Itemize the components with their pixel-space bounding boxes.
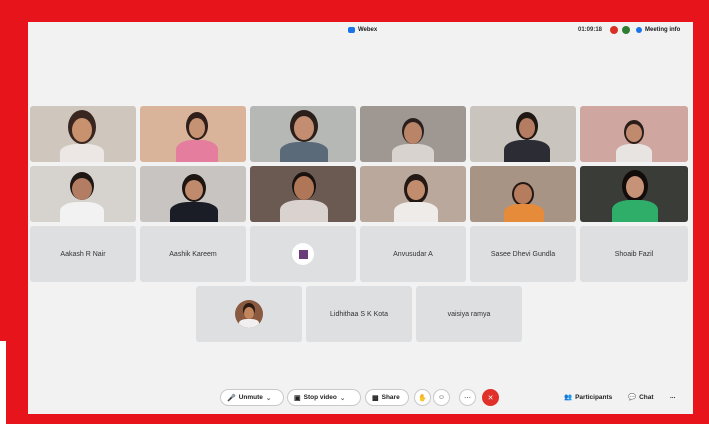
participant-avatar	[235, 300, 263, 328]
stop-video-label: Stop video	[303, 394, 337, 401]
participant-name: Aashik Kareem	[169, 250, 217, 258]
video-tile[interactable]	[360, 166, 466, 222]
mic-muted-icon: 🎤	[227, 394, 236, 402]
app-name: Webex	[358, 27, 378, 33]
participant-tile-shoaib[interactable]: Shoaib Fazil	[580, 226, 688, 282]
unmute-label: Unmute	[238, 394, 263, 401]
video-tile[interactable]	[30, 106, 136, 162]
share-button[interactable]: ▩ Share	[365, 389, 409, 406]
org-logo-avatar	[292, 243, 314, 265]
participants-label: Participants	[575, 393, 613, 401]
app-title: Webex	[348, 27, 377, 33]
webex-window: Webex 01:09:18 Meeting info Aakash R Nai…	[28, 22, 693, 414]
chevron-down-icon: ⌄	[339, 394, 346, 402]
video-tile[interactable]	[580, 166, 688, 222]
share-icon: ▩	[372, 394, 379, 402]
stop-video-button[interactable]: ▣ Stop video ⌄	[287, 389, 361, 406]
video-tile[interactable]	[140, 166, 246, 222]
more-button[interactable]: ...	[670, 393, 675, 400]
frame-top	[0, 0, 709, 22]
recording-icon[interactable]	[610, 26, 618, 34]
frame-right	[693, 0, 709, 424]
video-tile[interactable]	[470, 106, 576, 162]
chat-button[interactable]: 💬 Chat	[628, 393, 654, 402]
participant-name: Anvusudar A	[393, 250, 433, 258]
meeting-info-label: Meeting info	[645, 27, 681, 33]
frame-left-lower	[6, 339, 28, 424]
chat-icon: 💬	[628, 394, 637, 401]
participant-name: Aakash R Nair	[60, 250, 106, 258]
title-bar: Webex 01:09:18 Meeting info	[28, 22, 693, 44]
webex-logo-icon	[348, 27, 355, 33]
info-icon	[636, 27, 642, 33]
unmute-button[interactable]: 🎤 Unmute ⌄	[220, 389, 284, 406]
end-call-button[interactable]: ✕	[482, 389, 499, 406]
frame-notch-line	[0, 339, 28, 341]
participant-name: Lidhithaa S K Kota	[330, 310, 388, 318]
control-bar: 🎤 Unmute ⌄ ▣ Stop video ⌄ ▩ Share ✋ ☺ ⋯ …	[28, 384, 693, 410]
participant-tile-lidhithaa[interactable]: Lidhithaa S K Kota	[306, 286, 412, 342]
participants-icon: 👥	[564, 394, 573, 401]
participant-tile-anvusudar[interactable]: Anvusudar A	[360, 226, 466, 282]
chevron-down-icon: ⌄	[265, 394, 272, 402]
more-label: ...	[670, 393, 676, 400]
meeting-info-button[interactable]: Meeting info	[636, 27, 680, 33]
participant-tile-logo[interactable]	[250, 226, 356, 282]
video-tile[interactable]	[250, 106, 356, 162]
participant-tile-sasee[interactable]: Sasee Dhevi Gundla	[470, 226, 576, 282]
share-label: Share	[381, 394, 400, 401]
video-tile[interactable]	[140, 106, 246, 162]
security-icon[interactable]	[622, 26, 630, 34]
video-tile[interactable]	[580, 106, 688, 162]
participant-tile-photo[interactable]	[196, 286, 302, 342]
participant-tile-aashik[interactable]: Aashik Kareem	[140, 226, 246, 282]
participant-name: Shoaib Fazil	[614, 250, 654, 258]
video-icon: ▣	[294, 394, 301, 402]
frame-bottom	[0, 414, 709, 424]
video-tile[interactable]	[250, 166, 356, 222]
participant-tile-vaisiya[interactable]: vaisiya ramya	[416, 286, 522, 342]
reactions-icon[interactable]: ☺	[433, 389, 450, 406]
video-tile[interactable]	[30, 166, 136, 222]
participant-name: vaisiya ramya	[447, 310, 491, 318]
participant-tile-aakash[interactable]: Aakash R Nair	[30, 226, 136, 282]
meeting-timer: 01:09:18	[578, 27, 603, 33]
raise-hand-icon[interactable]: ✋	[414, 389, 431, 406]
participant-name: Sasee Dhevi Gundla	[490, 250, 556, 258]
more-options-icon[interactable]: ⋯	[459, 389, 476, 406]
chat-label: Chat	[639, 393, 654, 401]
video-tile[interactable]	[470, 166, 576, 222]
video-tile[interactable]	[360, 106, 466, 162]
participants-button[interactable]: 👥 Participants	[564, 393, 613, 402]
